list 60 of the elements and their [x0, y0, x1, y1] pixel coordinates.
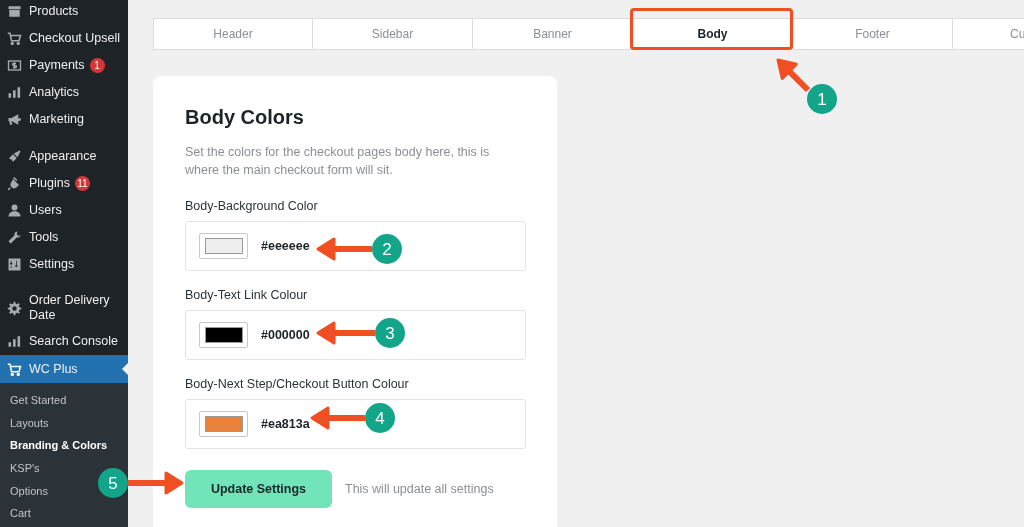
sidebar-item[interactable]: Tools — [0, 224, 128, 251]
cart-icon — [7, 31, 22, 46]
step-number: 4 — [375, 409, 385, 428]
sidebar-item[interactable]: Order Delivery Date — [0, 288, 128, 328]
sidebar-item[interactable]: Marketing — [0, 106, 128, 133]
step-number: 5 — [108, 474, 118, 493]
callout-arrow — [310, 406, 365, 430]
sidebar-item[interactable]: WC Plus — [0, 355, 128, 383]
bar-chart-icon — [7, 334, 22, 349]
submenu-item[interactable]: Get Started — [10, 389, 67, 412]
field-label: Body-Next Step/Checkout Button Colour — [185, 377, 410, 391]
submenu-item[interactable]: Cart — [10, 502, 31, 526]
color-swatch[interactable] — [199, 322, 248, 348]
step-badge — [98, 468, 128, 498]
callout-arrow — [128, 471, 184, 495]
step-number: 3 — [385, 324, 395, 343]
step-badge — [375, 318, 405, 348]
field-label: Body-Background Color — [185, 199, 319, 213]
megaphone-icon — [7, 112, 22, 127]
plug-icon — [7, 176, 22, 191]
callout-arrow — [776, 58, 811, 93]
card-title: Body Colors — [185, 106, 305, 129]
card-description: Set the colors for the checkout pages body here, this is where the main checkout form will sit. — [185, 144, 491, 179]
cart-icon — [7, 361, 22, 377]
tab[interactable]: Body — [633, 18, 793, 50]
helper-text: This will update all settings — [345, 482, 494, 496]
person-icon — [7, 203, 22, 218]
wrench-icon — [7, 230, 22, 245]
callout-arrow — [316, 321, 375, 345]
step-number: 1 — [817, 90, 827, 109]
gear-icon — [7, 300, 22, 316]
callout-arrow — [316, 237, 372, 261]
sidebar-item[interactable]: Checkout Upsell — [0, 25, 128, 52]
step-number: 2 — [382, 240, 392, 259]
sidebar-item[interactable]: Analytics — [0, 79, 128, 106]
sidebar-item[interactable]: Payments 1 — [0, 52, 128, 79]
sidebar-item[interactable]: Settings — [0, 251, 128, 278]
submenu-item[interactable]: Layouts — [10, 411, 49, 435]
color-swatch[interactable] — [199, 411, 248, 437]
sidebar-item[interactable]: Appearance — [0, 143, 128, 170]
update-settings-button[interactable]: Update Settings — [185, 470, 332, 508]
notification-badge: 11 — [75, 176, 90, 191]
box-icon — [7, 4, 22, 19]
sidebar-item[interactable]: Users — [0, 197, 128, 224]
sidebar-item[interactable]: Plugins 11 — [0, 170, 128, 197]
sidebar-item[interactable]: Search Console — [0, 328, 128, 355]
sliders-icon — [7, 257, 22, 272]
step-badge — [365, 403, 395, 433]
banknote-icon — [7, 58, 22, 73]
step-badge — [807, 84, 837, 114]
bar-chart-icon — [7, 85, 22, 100]
sidebar-item[interactable]: Products — [0, 0, 128, 25]
paintbrush-icon — [7, 149, 22, 164]
field-label: Body-Text Link Colour — [185, 288, 309, 302]
submenu-item[interactable]: KSP's — [10, 457, 40, 480]
step-badge — [372, 234, 402, 264]
submenu-item[interactable]: Options — [10, 479, 48, 503]
submenu-item[interactable]: Branding & Colors — [10, 434, 108, 458]
color-swatch[interactable] — [199, 233, 248, 259]
notification-badge: 1 — [89, 58, 105, 73]
